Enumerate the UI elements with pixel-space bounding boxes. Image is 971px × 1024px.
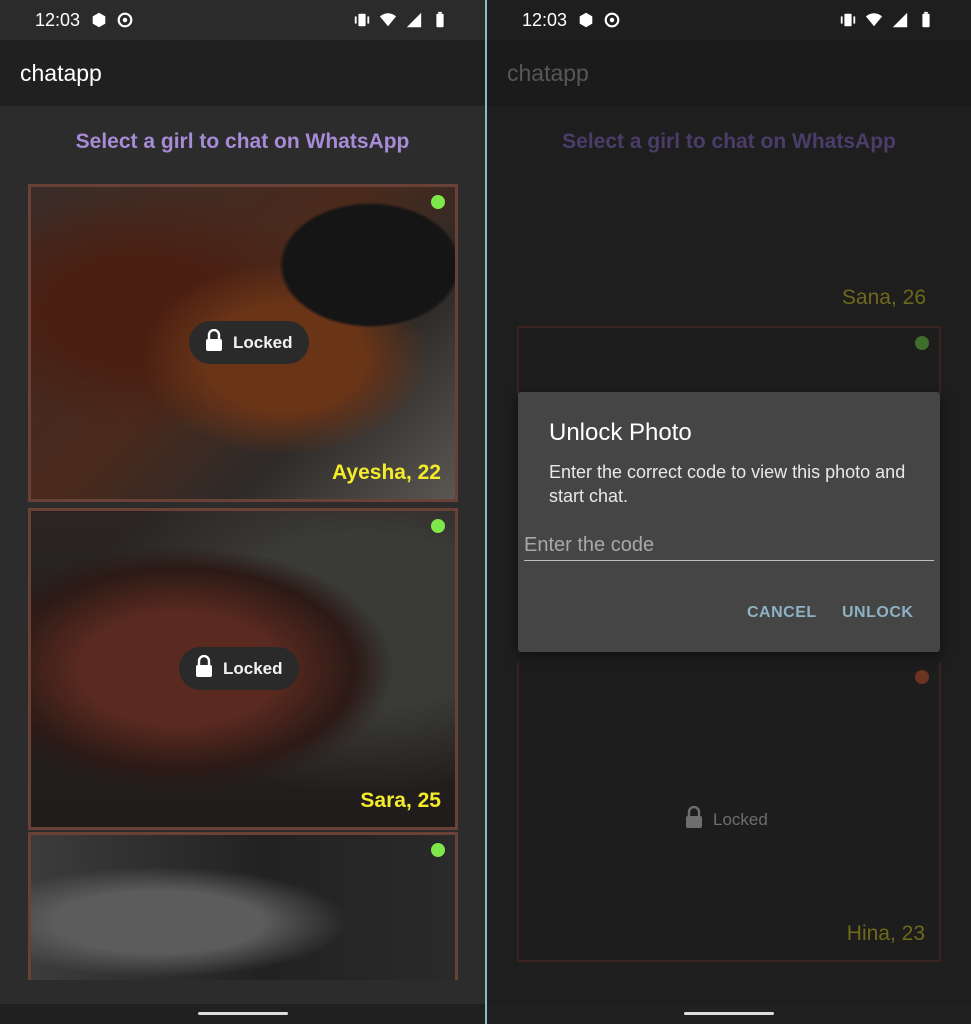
- vibrate-icon: [353, 11, 371, 29]
- data-saver-icon: [116, 11, 134, 29]
- navigation-bar: [487, 1004, 971, 1024]
- lock-icon: [205, 328, 223, 356]
- dialog-title: Unlock Photo: [549, 419, 692, 446]
- status-bar: 12:03: [487, 0, 971, 40]
- profile-card-ayesha[interactable]: Locked Ayesha, 22: [28, 184, 458, 502]
- online-status-dot: [431, 843, 445, 857]
- status-time: 12:03: [35, 10, 81, 30]
- code-input[interactable]: [524, 530, 934, 561]
- online-status-dot: [431, 519, 445, 533]
- profile-card-third[interactable]: [28, 832, 458, 980]
- vibrate-icon: [839, 11, 857, 29]
- notification-icon: [577, 11, 595, 29]
- app-title: chatapp: [20, 60, 102, 86]
- locked-badge: Locked: [179, 647, 299, 690]
- locked-badge: Locked: [189, 321, 309, 364]
- wifi-icon: [865, 11, 883, 29]
- page-subtitle: Select a girl to chat on WhatsApp: [562, 130, 896, 153]
- girl-list[interactable]: Select a girl to chat on WhatsApp Locked…: [0, 106, 485, 1004]
- signal-icon: [891, 11, 909, 29]
- status-bar: 12:03: [0, 0, 485, 40]
- page-subtitle: Select a girl to chat on WhatsApp: [75, 130, 410, 153]
- locked-label: Locked: [223, 658, 283, 678]
- locked-label: Locked: [233, 332, 293, 352]
- app-title: chatapp: [507, 60, 589, 86]
- profile-name: Hina, 23: [846, 922, 925, 945]
- locked-badge: Locked: [685, 805, 768, 833]
- notification-icon: [90, 11, 108, 29]
- profile-photo: [31, 835, 455, 980]
- online-status-dot: [431, 195, 445, 209]
- home-gesture-handle[interactable]: [684, 1012, 774, 1015]
- data-saver-icon: [603, 11, 621, 29]
- dialog-message: Enter the correct code to view this phot…: [549, 462, 906, 506]
- navigation-bar: [0, 1004, 485, 1024]
- wifi-icon: [379, 11, 397, 29]
- profile-name: Ayesha, 22: [332, 461, 441, 484]
- online-status-dot: [915, 336, 929, 350]
- app-bar: chatapp: [0, 40, 485, 106]
- lock-icon: [685, 805, 703, 833]
- lock-icon: [195, 654, 213, 682]
- app-bar: chatapp: [487, 40, 971, 106]
- cancel-button[interactable]: CANCEL: [747, 604, 817, 622]
- profile-card-upper[interactable]: [517, 326, 941, 394]
- profile-card-sara[interactable]: Locked Sara, 25: [28, 508, 458, 830]
- home-gesture-handle[interactable]: [197, 1012, 288, 1015]
- battery-icon: [431, 11, 449, 29]
- battery-icon: [917, 11, 935, 29]
- profile-name-sana: Sana, 26: [841, 286, 926, 309]
- offline-status-dot: [915, 670, 929, 684]
- left-phone-screen: 12:03 chatapp Select a girl to chat on W…: [0, 0, 485, 1024]
- signal-icon: [405, 11, 423, 29]
- unlock-button[interactable]: UNLOCK: [842, 604, 913, 622]
- profile-name: Sara, 25: [360, 789, 441, 812]
- status-time: 12:03: [522, 10, 568, 30]
- unlock-photo-dialog: Unlock Photo Enter the correct code to v…: [518, 392, 940, 652]
- locked-label: Locked: [713, 809, 768, 829]
